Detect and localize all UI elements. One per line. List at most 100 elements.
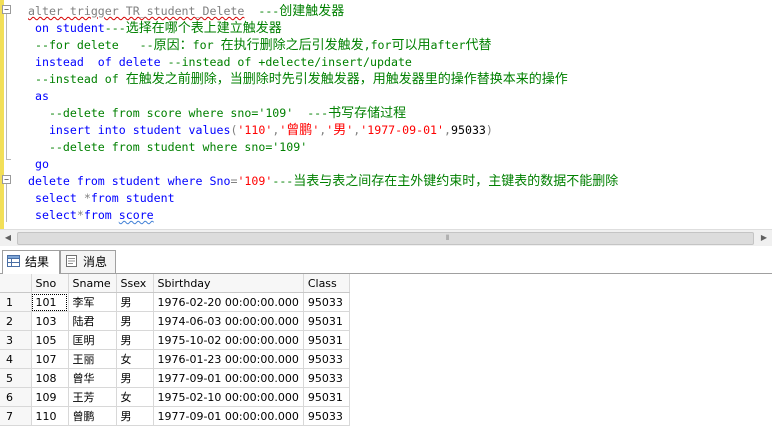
cell-sname[interactable]: 王丽 (68, 349, 117, 369)
code-token: 男 (333, 123, 347, 138)
scrollbar-thumb[interactable]: ⦀ (17, 232, 754, 245)
cell-sno[interactable]: 103 (31, 311, 69, 331)
cell-sno[interactable]: 108 (31, 368, 69, 388)
cell-sbirthday[interactable]: 1977-09-01 00:00:00.000 (153, 368, 304, 388)
code-line[interactable]: --for delete --原因：for 在执行删除之后引发触发,for可以用… (28, 37, 491, 54)
cell-sname[interactable]: 李军 (68, 292, 117, 312)
cell-sbirthday[interactable]: 1977-09-01 00:00:00.000 (153, 406, 304, 426)
cell-sname[interactable]: 王芳 (68, 387, 117, 407)
tab-messages[interactable]: 消息 (60, 250, 116, 273)
column-header-sno[interactable]: Sno (31, 274, 69, 293)
cell-sbirthday[interactable]: 1975-10-02 00:00:00.000 (153, 330, 304, 350)
cell-sbirthday[interactable]: 1975-02-10 00:00:00.000 (153, 387, 304, 407)
collapse-icon[interactable]: − (2, 5, 11, 14)
code-token: * (76, 208, 84, 222)
code-token: 曾鹏 (286, 123, 313, 138)
header-row: Sno Sname Ssex Sbirthday Class (0, 274, 350, 293)
cell-class[interactable]: 95031 (303, 387, 350, 407)
table-row[interactable]: 5 108 曾华男 1977-09-01 00:00:00.000 95033 (0, 368, 350, 388)
cell-sno[interactable]: 107 (31, 349, 69, 369)
collapse-icon[interactable]: − (2, 175, 11, 184)
cell-class[interactable]: 95033 (303, 368, 350, 388)
table-row[interactable]: 3 105 匡明男 1975-10-02 00:00:00.000 95031 (0, 330, 350, 350)
cell-sno[interactable]: 101 (31, 292, 69, 312)
tab-results[interactable]: 结果 (2, 250, 60, 274)
code-token: --delete from student where sno='109' (28, 140, 308, 154)
fold-guide-line (6, 14, 7, 159)
cell-sno[interactable]: 105 (31, 330, 69, 350)
cell-sbirthday[interactable]: 1974-06-03 00:00:00.000 (153, 311, 304, 331)
table-row[interactable]: 6 109 王芳女 1975-02-10 00:00:00.000 95031 (0, 387, 350, 407)
code-token: ,for (363, 38, 392, 52)
row-number[interactable]: 7 (0, 406, 32, 426)
cell-sbirthday[interactable]: 1976-01-23 00:00:00.000 (153, 349, 304, 369)
cell-sno[interactable]: 109 (31, 387, 69, 407)
cell-class[interactable]: 95033 (303, 292, 350, 312)
table-row[interactable]: 4 107 王丽女 1976-01-23 00:00:00.000 95033 (0, 349, 350, 369)
code-token: from (90, 191, 126, 205)
table-row[interactable]: 2 103 陆君男 1974-06-03 00:00:00.000 95031 (0, 311, 350, 331)
table-row[interactable]: 7 110 曾鹏男 1977-09-01 00:00:00.000 95033 (0, 406, 350, 426)
cell-ssex[interactable]: 男 (116, 330, 154, 350)
code-token: 书写存储过程 (328, 106, 407, 121)
code-token: , (444, 123, 451, 137)
code-line[interactable]: on student---选择在哪个表上建立触发器 (28, 20, 282, 37)
table-row[interactable]: 1 101 李军男 1976-02-20 00:00:00.000 95033 (0, 292, 350, 312)
results-grid[interactable]: Sno Sname Ssex Sbirthday Class 1 101 李军男 19… (0, 274, 772, 438)
code-line[interactable]: --delete from student where sno='109' (28, 139, 307, 156)
fold-guide-line (6, 184, 7, 222)
cell-sname[interactable]: 曾华 (68, 368, 117, 388)
cell-class[interactable]: 95031 (303, 330, 350, 350)
code-token: --- (104, 21, 126, 35)
code-token: on (28, 21, 56, 35)
code-line[interactable]: select *from student (28, 190, 175, 207)
cell-class[interactable]: 95033 (303, 406, 350, 426)
horizontal-scrollbar[interactable]: ◀ ⦀ ▶ (0, 229, 772, 246)
code-line[interactable]: select*from score (28, 207, 154, 224)
column-header-class[interactable]: Class (303, 274, 350, 293)
cell-ssex[interactable]: 男 (116, 292, 154, 312)
code-token: Sno (209, 174, 231, 188)
cell-ssex[interactable]: 男 (116, 368, 154, 388)
column-header-sname[interactable]: Sname (68, 274, 117, 293)
code-line[interactable]: go (28, 156, 49, 173)
column-header-ssex[interactable]: Ssex (116, 274, 154, 293)
row-number[interactable]: 2 (0, 311, 32, 331)
cell-ssex[interactable]: 女 (116, 387, 154, 407)
row-number[interactable]: 6 (0, 387, 32, 407)
change-tracking-bar (0, 0, 4, 229)
code-line[interactable]: delete from student where Sno='109'---当表… (28, 173, 618, 190)
code-line[interactable]: --instead of 在触发之前删除，当删除时先引发触发器，用触发器里的操作… (28, 71, 568, 88)
cell-class[interactable]: 95033 (303, 349, 350, 369)
row-number[interactable]: 3 (0, 330, 32, 350)
row-number-header (0, 274, 32, 293)
scroll-left-icon[interactable]: ◀ (0, 230, 16, 246)
code-line[interactable]: instead of delete --instead of +delecte/… (28, 54, 412, 71)
cell-sname[interactable]: 陆君 (68, 311, 117, 331)
cell-sbirthday[interactable]: 1976-02-20 00:00:00.000 (153, 292, 304, 312)
row-number[interactable]: 4 (0, 349, 32, 369)
code-token: insert into (28, 123, 133, 137)
tab-messages-label: 消息 (83, 255, 108, 269)
results-tabstrip: 结果 消息 (0, 246, 772, 274)
cell-ssex[interactable]: 男 (116, 311, 154, 331)
cell-sno[interactable]: 110 (31, 406, 69, 426)
code-area[interactable]: alter trigger TR_student_Delete ---创建触发器… (28, 0, 772, 229)
cell-sname[interactable]: 曾鹏 (68, 406, 117, 426)
row-number[interactable]: 5 (0, 368, 32, 388)
code-line[interactable]: --delete from score where sno='109' ---书… (28, 105, 406, 122)
scroll-right-icon[interactable]: ▶ (756, 230, 772, 246)
code-token: where (167, 174, 210, 188)
column-header-sbirthday[interactable]: Sbirthday (153, 274, 304, 293)
code-line[interactable]: insert into student values('110','曾鹏','男… (28, 122, 493, 139)
code-line[interactable]: as (28, 88, 49, 105)
code-token: --instead of +delecte/insert/update (167, 55, 412, 69)
cell-class[interactable]: 95031 (303, 311, 350, 331)
code-line[interactable]: alter trigger TR_student_Delete ---创建触发器 (28, 3, 344, 20)
cell-ssex[interactable]: 男 (116, 406, 154, 426)
row-number[interactable]: 1 (0, 292, 32, 312)
cell-ssex[interactable]: 女 (116, 349, 154, 369)
cell-sname[interactable]: 匡明 (68, 330, 117, 350)
sql-editor[interactable]: − − alter trigger TR_student_Delete ---创… (0, 0, 772, 229)
code-token: 在触发之前删除，当删除时先引发触发器，用触发器里的操作替换本来的操作 (125, 72, 568, 87)
